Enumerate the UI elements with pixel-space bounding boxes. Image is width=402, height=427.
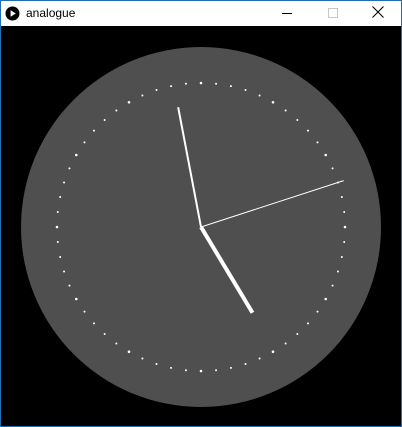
- minute-marker: [83, 141, 86, 144]
- minute-marker: [316, 141, 319, 144]
- minute-marker: [316, 310, 319, 313]
- minute-marker: [244, 89, 247, 92]
- minute-marker: [343, 241, 346, 244]
- minute-marker: [340, 196, 343, 199]
- window-title: analogue: [26, 6, 76, 20]
- minute-marker: [127, 350, 131, 354]
- minute-marker: [184, 369, 187, 372]
- minute-marker: [127, 100, 131, 104]
- minimize-button[interactable]: [264, 1, 310, 26]
- minute-marker: [55, 225, 59, 229]
- minute-marker: [103, 333, 106, 336]
- minute-marker: [296, 118, 299, 121]
- close-icon: [372, 5, 384, 23]
- minute-marker: [56, 241, 59, 244]
- minute-marker: [343, 225, 347, 229]
- minute-marker: [296, 333, 299, 336]
- minute-marker: [307, 129, 310, 132]
- minute-marker: [307, 322, 310, 325]
- minute-marker: [284, 342, 287, 345]
- minute-marker: [336, 270, 339, 273]
- minute-marker: [74, 153, 78, 157]
- minute-marker: [331, 167, 334, 170]
- maximize-icon: [328, 5, 338, 23]
- minute-marker: [74, 297, 78, 301]
- maximize-button[interactable]: [310, 1, 356, 26]
- minute-marker: [244, 362, 247, 365]
- app-window: analogue: [0, 0, 402, 427]
- minute-marker: [199, 81, 203, 85]
- minimize-icon: [282, 5, 292, 23]
- minute-marker: [141, 94, 144, 97]
- minute-marker: [59, 196, 62, 199]
- minute-marker: [340, 255, 343, 258]
- minute-marker: [83, 310, 86, 313]
- analog-clock: [21, 47, 381, 407]
- minute-marker: [63, 270, 66, 273]
- minute-marker: [115, 109, 118, 112]
- minute-marker: [170, 366, 173, 369]
- close-button[interactable]: [355, 1, 401, 26]
- minute-marker: [229, 366, 232, 369]
- minute-marker: [115, 342, 118, 345]
- minute-marker: [92, 322, 95, 325]
- clock-canvas: [1, 26, 401, 426]
- minute-marker: [215, 369, 218, 372]
- minute-marker: [271, 350, 275, 354]
- minute-marker: [92, 129, 95, 132]
- minute-marker: [271, 100, 275, 104]
- minute-marker: [324, 297, 328, 301]
- minute-marker: [215, 82, 218, 85]
- minute-marker: [56, 210, 59, 213]
- minute-marker: [258, 94, 261, 97]
- minute-marker: [343, 210, 346, 213]
- minute-marker: [170, 85, 173, 88]
- minute-marker: [155, 89, 158, 92]
- play-circle-icon: [5, 6, 20, 21]
- title-bar[interactable]: analogue: [1, 1, 401, 26]
- minute-marker: [141, 357, 144, 360]
- minute-marker: [59, 255, 62, 258]
- minute-marker: [63, 181, 66, 184]
- minute-marker: [103, 118, 106, 121]
- minute-marker: [331, 284, 334, 287]
- minute-marker: [199, 369, 203, 373]
- minute-marker: [155, 362, 158, 365]
- minute-marker: [184, 82, 187, 85]
- minute-marker: [68, 167, 71, 170]
- minute-marker: [229, 85, 232, 88]
- minute-marker: [324, 153, 328, 157]
- minute-marker: [284, 109, 287, 112]
- minute-marker: [258, 357, 261, 360]
- minute-marker: [68, 284, 71, 287]
